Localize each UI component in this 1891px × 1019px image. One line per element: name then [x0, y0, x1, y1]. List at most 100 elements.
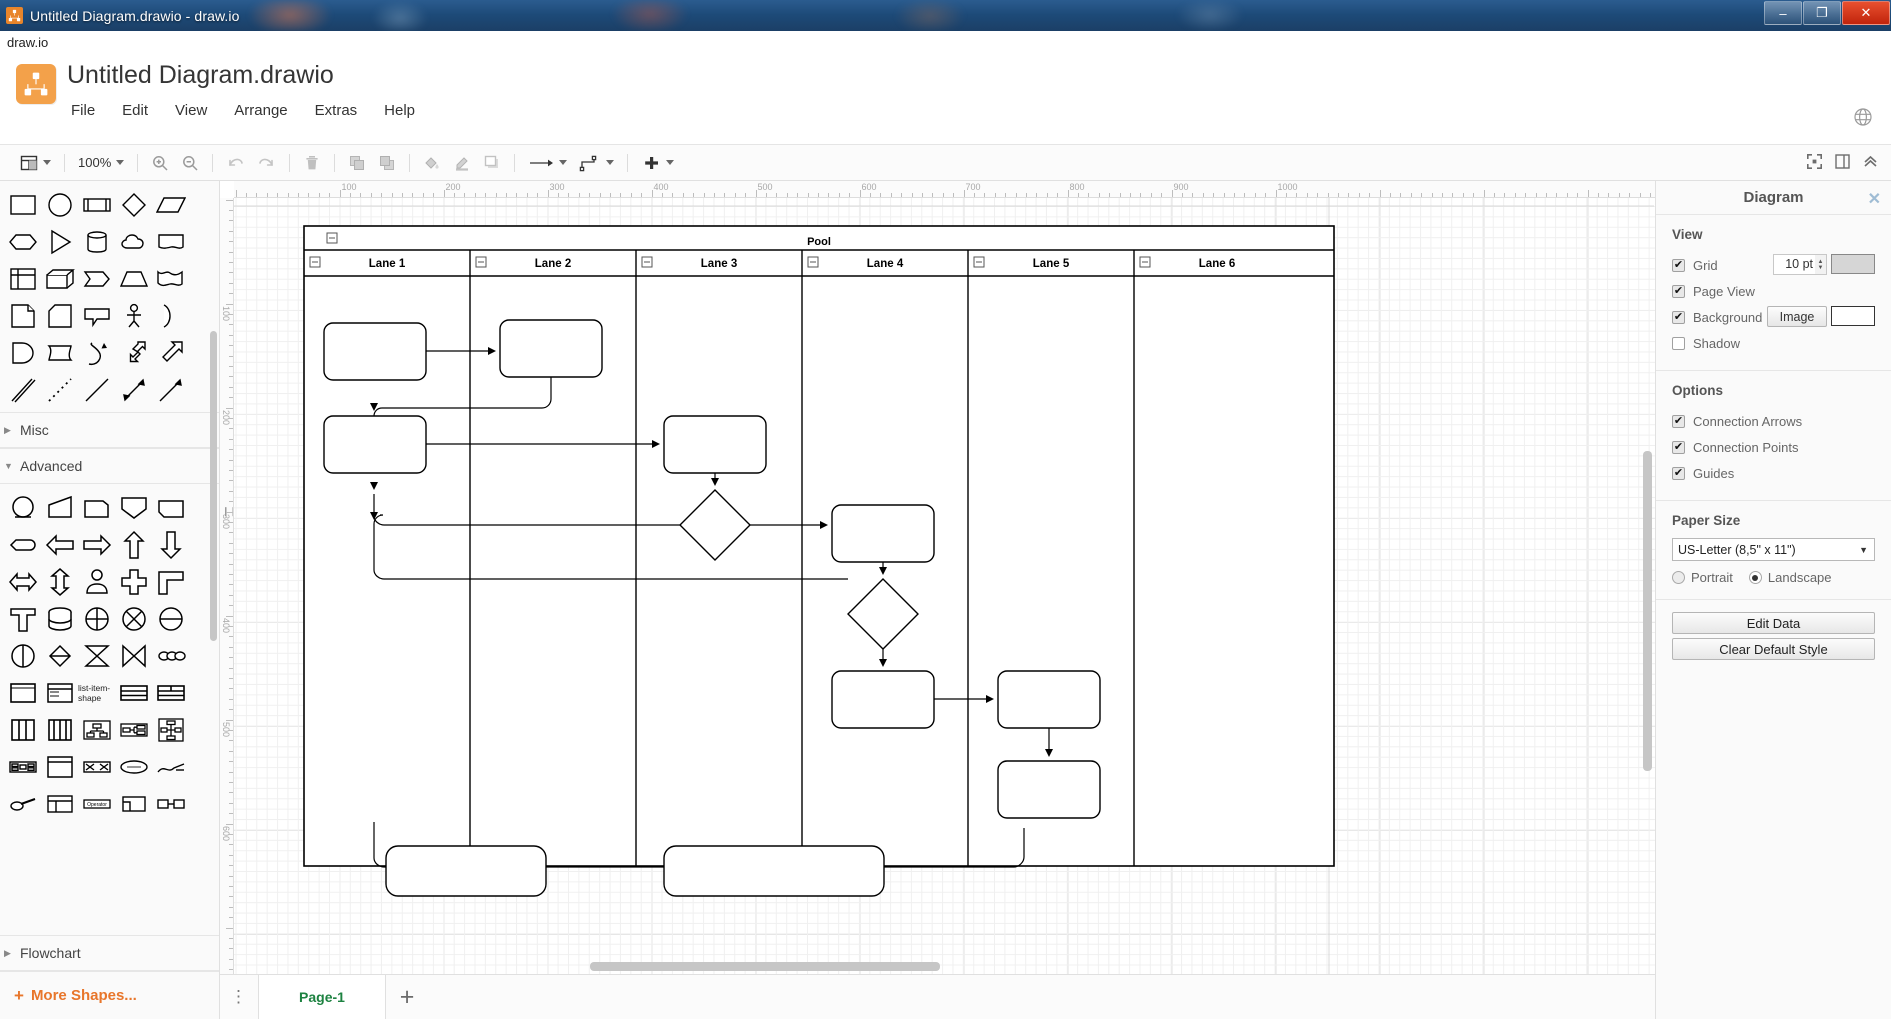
corner-shape[interactable]: [152, 563, 189, 600]
chevron-up-icon[interactable]: [1862, 153, 1879, 173]
arrow-shape[interactable]: [152, 334, 189, 371]
section-misc[interactable]: ▶ Misc: [0, 412, 219, 448]
zoom-out-icon[interactable]: [176, 149, 204, 177]
grid-color-swatch[interactable]: [1831, 254, 1875, 274]
arrow-right-shape[interactable]: [78, 526, 115, 563]
hourglass-shape[interactable]: [78, 637, 115, 674]
vertical-scrollbar[interactable]: [1643, 451, 1652, 771]
pages-bottombar[interactable]: ⋮ Page-1 + https://blog.csdn.net/qq_3233…: [220, 974, 1891, 1019]
circle-shape[interactable]: [4, 489, 41, 526]
minimize-button[interactable]: –: [1764, 1, 1802, 25]
document-shape[interactable]: [152, 223, 189, 260]
plain-line[interactable]: [78, 371, 115, 408]
crossover-shape[interactable]: [78, 748, 115, 785]
maximize-button[interactable]: ❐: [1803, 1, 1841, 25]
curve-shape[interactable]: [78, 334, 115, 371]
bpmn-pool-diagram[interactable]: Pool Lane 1 Lane 2 Lane 3 Lane 4 Lane 5 …: [234, 198, 1654, 974]
fill-color-icon[interactable]: [418, 149, 446, 177]
note-shape[interactable]: [4, 297, 41, 334]
diamond-shape[interactable]: [41, 637, 78, 674]
list-item-shape[interactable]: list-item-shape: [78, 674, 115, 711]
callout-shape[interactable]: [78, 297, 115, 334]
shadow-icon[interactable]: [478, 149, 506, 177]
fullscreen-icon[interactable]: [1806, 153, 1823, 173]
oval-text-shape[interactable]: [115, 748, 152, 785]
pentagon-down-shape[interactable]: [115, 489, 152, 526]
switch-shape[interactable]: [152, 637, 189, 674]
to-front-icon[interactable]: [343, 149, 371, 177]
undo-icon[interactable]: [221, 149, 250, 177]
parallelogram-shape[interactable]: [152, 186, 189, 223]
menu-arrange[interactable]: Arrange: [231, 100, 290, 121]
minus-circle-shape[interactable]: [152, 600, 189, 637]
view-layout-icon[interactable]: [15, 149, 56, 177]
menu-file[interactable]: File: [68, 100, 98, 121]
half-circle-shape[interactable]: [4, 637, 41, 674]
zoom-level-dropdown[interactable]: 100%: [73, 149, 129, 177]
landscape-radio[interactable]: [1748, 571, 1762, 584]
close-icon[interactable]: ✕: [1868, 189, 1881, 209]
cut-corner-shape[interactable]: [78, 489, 115, 526]
guides-row[interactable]: ✔ Guides: [1672, 460, 1875, 486]
grid-size-stepper[interactable]: ▲ ▼: [1815, 254, 1827, 275]
redo-icon[interactable]: [252, 149, 281, 177]
window-controls[interactable]: – ❐ ✕: [1764, 0, 1891, 31]
add-page-button[interactable]: +: [386, 975, 428, 1019]
dual-box-shape[interactable]: [152, 785, 189, 822]
section-advanced[interactable]: ▼ Advanced: [0, 448, 219, 484]
sidebar-scrollbar[interactable]: [210, 331, 217, 641]
columns-3b-shape[interactable]: [41, 711, 78, 748]
arrow-left-shape[interactable]: [41, 526, 78, 563]
globe-icon[interactable]: [1853, 107, 1873, 127]
grid-size-input[interactable]: 10 pt: [1773, 254, 1817, 275]
menu-help[interactable]: Help: [381, 100, 418, 121]
connection-arrows-checkbox[interactable]: ✔: [1672, 414, 1685, 428]
datastore-shape[interactable]: [4, 334, 41, 371]
window-shape[interactable]: [41, 674, 78, 711]
horizontal-scrollbar[interactable]: [590, 962, 940, 971]
internal-storage-shape[interactable]: [4, 260, 41, 297]
cross-shape[interactable]: [115, 563, 152, 600]
ellipse-shape[interactable]: [41, 186, 78, 223]
tee-shape[interactable]: [4, 600, 41, 637]
plus-insert-icon[interactable]: [636, 149, 679, 177]
grid-checkbox[interactable]: ✔: [1672, 258, 1685, 272]
connection-points-checkbox[interactable]: ✔: [1672, 440, 1685, 454]
toolbar-right-group[interactable]: [1806, 153, 1891, 173]
browser-window-shape[interactable]: [41, 748, 78, 785]
menu-view[interactable]: View: [172, 100, 210, 121]
guides-checkbox[interactable]: ✔: [1672, 466, 1685, 480]
background-image-button[interactable]: Image: [1767, 306, 1827, 327]
diagram-canvas[interactable]: Pool Lane 1 Lane 2 Lane 3 Lane 4 Lane 5 …: [234, 198, 1655, 974]
org-chart-shape[interactable]: [78, 711, 115, 748]
bowtie-shape[interactable]: [115, 637, 152, 674]
connection-waypoint-icon[interactable]: [574, 149, 619, 177]
arrow-down-shape[interactable]: [152, 526, 189, 563]
arrow-vertical-shape[interactable]: [41, 563, 78, 600]
process-shape[interactable]: [78, 186, 115, 223]
rectangle-shape[interactable]: [4, 186, 41, 223]
portrait-radio[interactable]: [1672, 571, 1685, 584]
rhombus-shape[interactable]: [115, 186, 152, 223]
connection-points-row[interactable]: ✔ Connection Points: [1672, 434, 1875, 460]
tape-shape[interactable]: [152, 260, 189, 297]
operator-shape[interactable]: Operator: [78, 785, 115, 822]
shadow-row[interactable]: Shadow: [1672, 330, 1875, 356]
dashed-double-line[interactable]: [4, 371, 41, 408]
trash-icon[interactable]: [298, 149, 326, 177]
delay-shape[interactable]: [41, 334, 78, 371]
actor-shape[interactable]: [115, 297, 152, 334]
cylinder-shape[interactable]: [78, 223, 115, 260]
x-circle-shape[interactable]: [115, 600, 152, 637]
format-panel-icon[interactable]: [1835, 153, 1850, 172]
module-shape[interactable]: [41, 785, 78, 822]
section-flowchart[interactable]: ▶ Flowchart: [0, 935, 219, 971]
directional-arrow-line[interactable]: [152, 371, 189, 408]
step-box-shape[interactable]: [115, 785, 152, 822]
user-shape[interactable]: [78, 563, 115, 600]
trapezoid-shape[interactable]: [115, 260, 152, 297]
background-color-swatch[interactable]: [1831, 306, 1875, 326]
background-checkbox[interactable]: ✔: [1672, 310, 1685, 324]
stadium-shape[interactable]: [4, 526, 41, 563]
container-shape[interactable]: [4, 674, 41, 711]
